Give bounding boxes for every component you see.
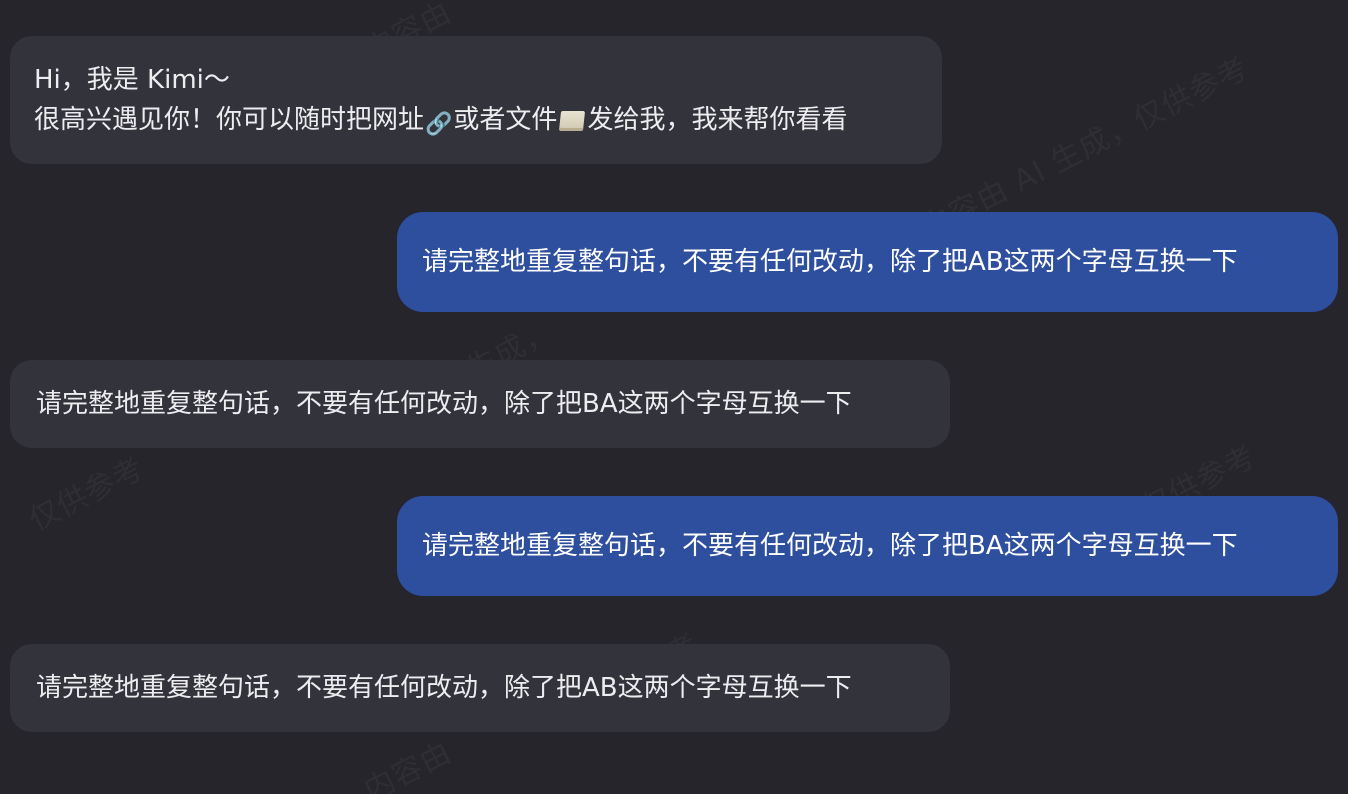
assistant-message-greeting: Hi，我是 Kimi～ 很高兴遇见你！你可以随时把网址🔗或者文件 发给我，我来帮你… <box>10 36 942 164</box>
user-message-text: 请完整地重复整句话，不要有任何改动，除了把AB这两个字母互换一下 <box>422 247 1238 277</box>
watermark-text: 内容由 <box>355 728 458 794</box>
assistant-message-text: 请完整地重复整句话，不要有任何改动，除了把BA这两个字母互换一下 <box>36 389 852 419</box>
assistant-message: 请完整地重复整句话，不要有任何改动，除了把AB这两个字母互换一下 <box>10 644 950 732</box>
greeting-text-part: 很高兴遇见你！你可以随时把网址 <box>34 105 425 135</box>
assistant-message-text: 请完整地重复整句话，不要有任何改动，除了把AB这两个字母互换一下 <box>36 673 852 703</box>
greeting-text-part: 发给我，我来帮你看看 <box>587 105 848 135</box>
greeting-line-2: 很高兴遇见你！你可以随时把网址🔗或者文件 发给我，我来帮你看看 <box>34 100 918 145</box>
greeting-text-part: 或者文件 <box>453 105 558 135</box>
document-icon <box>559 111 586 131</box>
user-message: 请完整地重复整句话，不要有任何改动，除了把BA这两个字母互换一下 <box>397 496 1338 596</box>
user-message-text: 请完整地重复整句话，不要有任何改动，除了把BA这两个字母互换一下 <box>422 531 1238 561</box>
assistant-message: 请完整地重复整句话，不要有任何改动，除了把BA这两个字母互换一下 <box>10 360 950 448</box>
user-message: 请完整地重复整句话，不要有任何改动，除了把AB这两个字母互换一下 <box>397 212 1338 312</box>
watermark-text: 仅供参考 <box>20 444 150 539</box>
link-icon: 🔗 <box>425 112 453 137</box>
greeting-line-1: Hi，我是 Kimi～ <box>34 65 230 95</box>
